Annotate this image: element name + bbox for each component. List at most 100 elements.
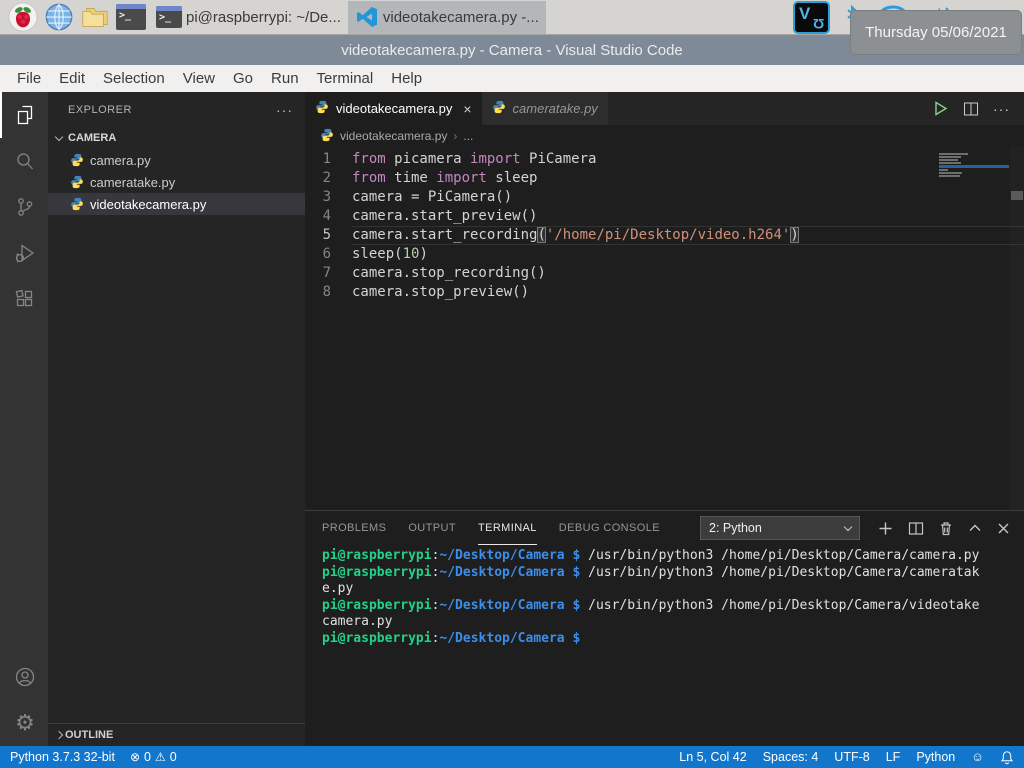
- web-browser-icon[interactable]: [41, 1, 77, 34]
- file-cameratake.py[interactable]: cameratake.py: [48, 171, 305, 193]
- explorer-icon[interactable]: [0, 92, 48, 138]
- breadcrumb-symbol[interactable]: ...: [463, 129, 473, 143]
- menu-item-go[interactable]: Go: [224, 70, 262, 87]
- code-line-6[interactable]: 6sleep(10): [305, 245, 1024, 264]
- run-debug-icon[interactable]: [0, 230, 48, 276]
- line-number: 4: [305, 207, 352, 226]
- panel-tab-debug-console[interactable]: DEBUG CONSOLE: [559, 511, 660, 545]
- terminal-output[interactable]: pi@raspberrypi:~/Desktop/Camera $ /usr/b…: [305, 545, 1024, 746]
- code-line-7[interactable]: 7camera.stop_recording(): [305, 264, 1024, 283]
- encoding-status[interactable]: UTF-8: [834, 750, 869, 764]
- menu-item-help[interactable]: Help: [382, 70, 431, 87]
- bottom-panel: PROBLEMS OUTPUT TERMINAL DEBUG CONSOLE 2: P…: [305, 510, 1024, 746]
- status-bar: Python 3.7.3 32-bit ⊗ 0 ⚠ 0 Ln 5, Col 42…: [0, 746, 1024, 768]
- line-number: 5: [305, 226, 352, 245]
- code-text: camera.stop_preview(): [352, 283, 1024, 302]
- language-mode-status[interactable]: Python: [916, 750, 955, 764]
- code-line-5[interactable]: 5camera.start_recording('/home/pi/Deskto…: [305, 226, 1024, 245]
- window-title: videotakecamera.py - Camera - Visual Stu…: [341, 42, 683, 59]
- terminal-window-icon: >_: [156, 6, 182, 28]
- python-icon: [70, 197, 84, 211]
- terminal-line: pi@raspberrypi:~/Desktop/Camera $ /usr/b…: [322, 565, 1024, 582]
- close-panel-icon[interactable]: [997, 522, 1010, 535]
- menu-item-selection[interactable]: Selection: [94, 70, 174, 87]
- panel-tab-output[interactable]: OUTPUT: [408, 511, 456, 545]
- line-number: 3: [305, 188, 352, 207]
- minimap[interactable]: [939, 153, 1009, 178]
- maximize-panel-icon[interactable]: [968, 521, 982, 535]
- extensions-icon[interactable]: [0, 276, 48, 322]
- menu-item-run[interactable]: Run: [262, 70, 308, 87]
- python-icon: [70, 153, 84, 167]
- breadcrumb: videotakecamera.py › ...: [305, 125, 1024, 147]
- menu-item-edit[interactable]: Edit: [50, 70, 94, 87]
- run-python-file-button[interactable]: [932, 100, 949, 117]
- scrollbar-thumb[interactable]: [1011, 191, 1023, 200]
- vnc-tray-icon[interactable]: V Ω: [793, 1, 830, 34]
- tab-videotakecamera[interactable]: videotakecamera.py ×: [305, 92, 482, 125]
- date-text: Thursday 05/06/2021: [865, 24, 1007, 41]
- settings-gear-icon[interactable]: ⚙: [0, 700, 48, 746]
- panel-tab-problems[interactable]: PROBLEMS: [322, 511, 386, 545]
- explorer-more-actions-icon[interactable]: ···: [276, 102, 293, 118]
- terminal-launcher-icon[interactable]: >_: [113, 1, 149, 34]
- split-terminal-icon[interactable]: [908, 521, 924, 536]
- file-camera.py[interactable]: camera.py: [48, 149, 305, 171]
- minimap-line: [939, 159, 958, 161]
- taskbar-tray: V Ω Thursday 05/06/2021: [793, 0, 1024, 34]
- indentation-status[interactable]: Spaces: 4: [763, 750, 819, 764]
- editor-scrollbar[interactable]: [1010, 147, 1024, 510]
- code-text: camera.start_preview(): [352, 207, 1024, 226]
- code-line-2[interactable]: 2from time import sleep: [305, 169, 1024, 188]
- account-icon[interactable]: [0, 654, 48, 700]
- python-icon: [320, 128, 334, 142]
- file-manager-icon[interactable]: [77, 1, 113, 34]
- kill-terminal-trash-icon[interactable]: [939, 521, 953, 536]
- minimap-line: [939, 172, 962, 174]
- raspberry-pi-menu-icon[interactable]: [5, 1, 41, 34]
- code-editor[interactable]: 1from picamera import PiCamera2from time…: [305, 147, 1024, 510]
- minimap-line: [939, 153, 968, 155]
- code-line-8[interactable]: 8camera.stop_preview(): [305, 283, 1024, 302]
- folder-section-camera[interactable]: CAMERA: [48, 127, 305, 149]
- datetime-tooltip: Thursday 05/06/2021: [850, 10, 1022, 55]
- python-interpreter-status[interactable]: Python 3.7.3 32-bit: [10, 750, 115, 764]
- split-editor-icon[interactable]: [963, 101, 979, 117]
- file-list: camera.pycameratake.pyvideotakecamera.py: [48, 149, 305, 215]
- menu-item-view[interactable]: View: [174, 70, 224, 87]
- code-line-3[interactable]: 3camera = PiCamera(): [305, 188, 1024, 207]
- cursor-position-status[interactable]: Ln 5, Col 42: [679, 750, 746, 764]
- chevron-right-icon: [55, 730, 63, 738]
- panel-tab-terminal[interactable]: TERMINAL: [478, 511, 537, 545]
- terminal-line: e.py: [322, 581, 1024, 598]
- eol-status[interactable]: LF: [886, 750, 901, 764]
- taskbar-window-terminal[interactable]: >_ pi@raspberrypi: ~/De...: [149, 1, 348, 34]
- python-icon: [492, 100, 506, 114]
- menu-item-file[interactable]: File: [8, 70, 50, 87]
- explorer-sidebar: EXPLORER ··· CAMERA camera.pycameratake.…: [48, 92, 305, 746]
- problems-status[interactable]: ⊗ 0 ⚠ 0: [130, 750, 177, 764]
- search-icon[interactable]: [0, 138, 48, 184]
- notifications-bell-icon[interactable]: [1000, 750, 1014, 765]
- new-terminal-icon[interactable]: [878, 521, 893, 536]
- breadcrumb-file[interactable]: videotakecamera.py: [340, 129, 447, 143]
- minimap-line: [939, 165, 1009, 168]
- source-control-icon[interactable]: [0, 184, 48, 230]
- code-text: sleep(10): [352, 245, 1024, 264]
- close-tab-icon[interactable]: ×: [463, 101, 471, 117]
- feedback-smiley-icon[interactable]: ☺: [971, 750, 984, 764]
- file-videotakecamera.py[interactable]: videotakecamera.py: [48, 193, 305, 215]
- taskbar-window-vscode[interactable]: videotakecamera.py -...: [348, 1, 546, 34]
- code-line-1[interactable]: 1from picamera import PiCamera: [305, 150, 1024, 169]
- outline-section[interactable]: OUTLINE: [48, 723, 305, 745]
- editor-more-actions-icon[interactable]: ···: [993, 101, 1010, 117]
- code-line-4[interactable]: 4camera.start_preview(): [305, 207, 1024, 226]
- tab-cameratake[interactable]: cameratake.py: [482, 92, 608, 125]
- terminal-selector-dropdown[interactable]: 2: Python: [700, 516, 860, 540]
- editor-tabbar: videotakecamera.py × cameratake.py ···: [305, 92, 1024, 125]
- error-icon: ⊗: [130, 750, 140, 764]
- code-lines: 1from picamera import PiCamera2from time…: [305, 150, 1024, 302]
- explorer-heading: EXPLORER: [68, 104, 132, 116]
- terminal-line: pi@raspberrypi:~/Desktop/Camera $: [322, 631, 1024, 648]
- menu-item-terminal[interactable]: Terminal: [308, 70, 383, 87]
